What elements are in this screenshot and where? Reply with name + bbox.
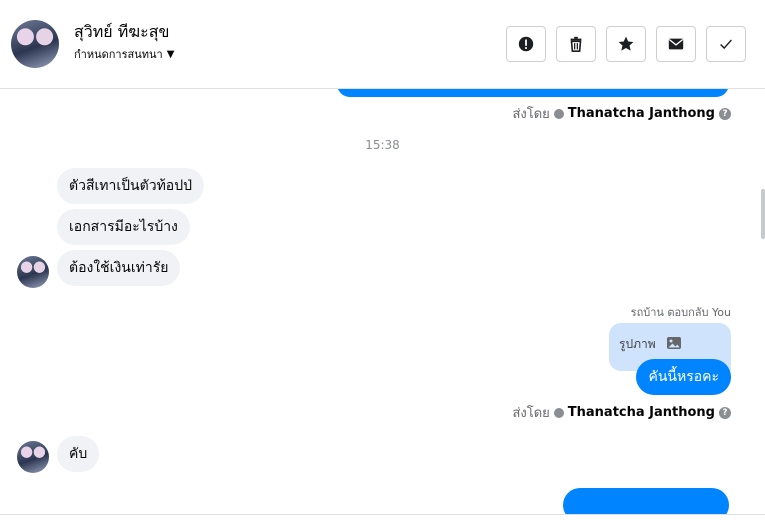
star-icon: [618, 36, 634, 51]
schedule-label: กำหนดการสนทนา: [74, 48, 163, 61]
sender-name: Thanatcha Janthong: [567, 405, 715, 420]
report-icon: [518, 36, 534, 52]
incoming-message[interactable]: ตัวสีเทาเป็นตัวท้อปป่: [57, 168, 204, 204]
mail-icon: [668, 38, 684, 50]
report-button[interactable]: [506, 26, 546, 62]
help-icon[interactable]: ?: [719, 107, 731, 120]
sender-name: Thanatcha Janthong: [567, 106, 715, 121]
mark-done-button[interactable]: [706, 26, 746, 62]
conversation-header: สุวิทย์ ทีฆะสุข กำหนดการสนทนา ▼: [0, 0, 765, 89]
quoted-message-text: รูปภาพ: [619, 337, 656, 351]
outgoing-message[interactable]: คันนี้หรอคะ: [636, 359, 731, 395]
delete-button[interactable]: [556, 26, 596, 62]
contact-avatar-small: [17, 441, 49, 473]
sent-by-row: ส่งโดย Thanatcha Janthong ?: [512, 103, 731, 124]
image-icon: [666, 337, 681, 349]
chevron-down-icon: ▼: [166, 48, 175, 60]
sent-by-label: ส่งโดย: [512, 406, 550, 421]
check-circle-icon: [553, 407, 564, 418]
incoming-message[interactable]: เอกสารมีอะไรบ้าง: [57, 209, 190, 245]
contact-name[interactable]: สุวิทย์ ทีฆะสุข: [74, 20, 169, 45]
incoming-message[interactable]: ต้องใช้เงินเท่ารัย: [57, 250, 181, 286]
trash-icon: [570, 36, 582, 53]
scrollbar[interactable]: [761, 189, 765, 239]
composer-bar-edge: [0, 514, 765, 527]
outgoing-message-partial[interactable]: [337, 89, 729, 97]
sent-by-row: ส่งโดย Thanatcha Janthong ?: [512, 402, 731, 423]
reply-note: รถบ้าน ตอบกลับ You: [630, 306, 731, 319]
sent-by-label: ส่งโดย: [512, 107, 550, 122]
header-actions: [506, 26, 746, 62]
message-timestamp: 15:38: [365, 138, 400, 152]
conversation-schedule-dropdown[interactable]: กำหนดการสนทนา ▼: [74, 45, 174, 63]
star-button[interactable]: [606, 26, 646, 62]
incoming-message[interactable]: คับ: [57, 436, 100, 472]
help-icon[interactable]: ?: [719, 406, 731, 419]
check-circle-icon: [553, 108, 564, 119]
message-thread[interactable]: ส่งโดย Thanatcha Janthong ? 15:38 ตัวสีเ…: [0, 89, 765, 514]
contact-avatar-small: [17, 256, 49, 288]
check-icon: [720, 39, 732, 50]
mark-unread-button[interactable]: [656, 26, 696, 62]
outgoing-message-partial[interactable]: [563, 488, 729, 514]
contact-avatar[interactable]: [11, 20, 59, 68]
